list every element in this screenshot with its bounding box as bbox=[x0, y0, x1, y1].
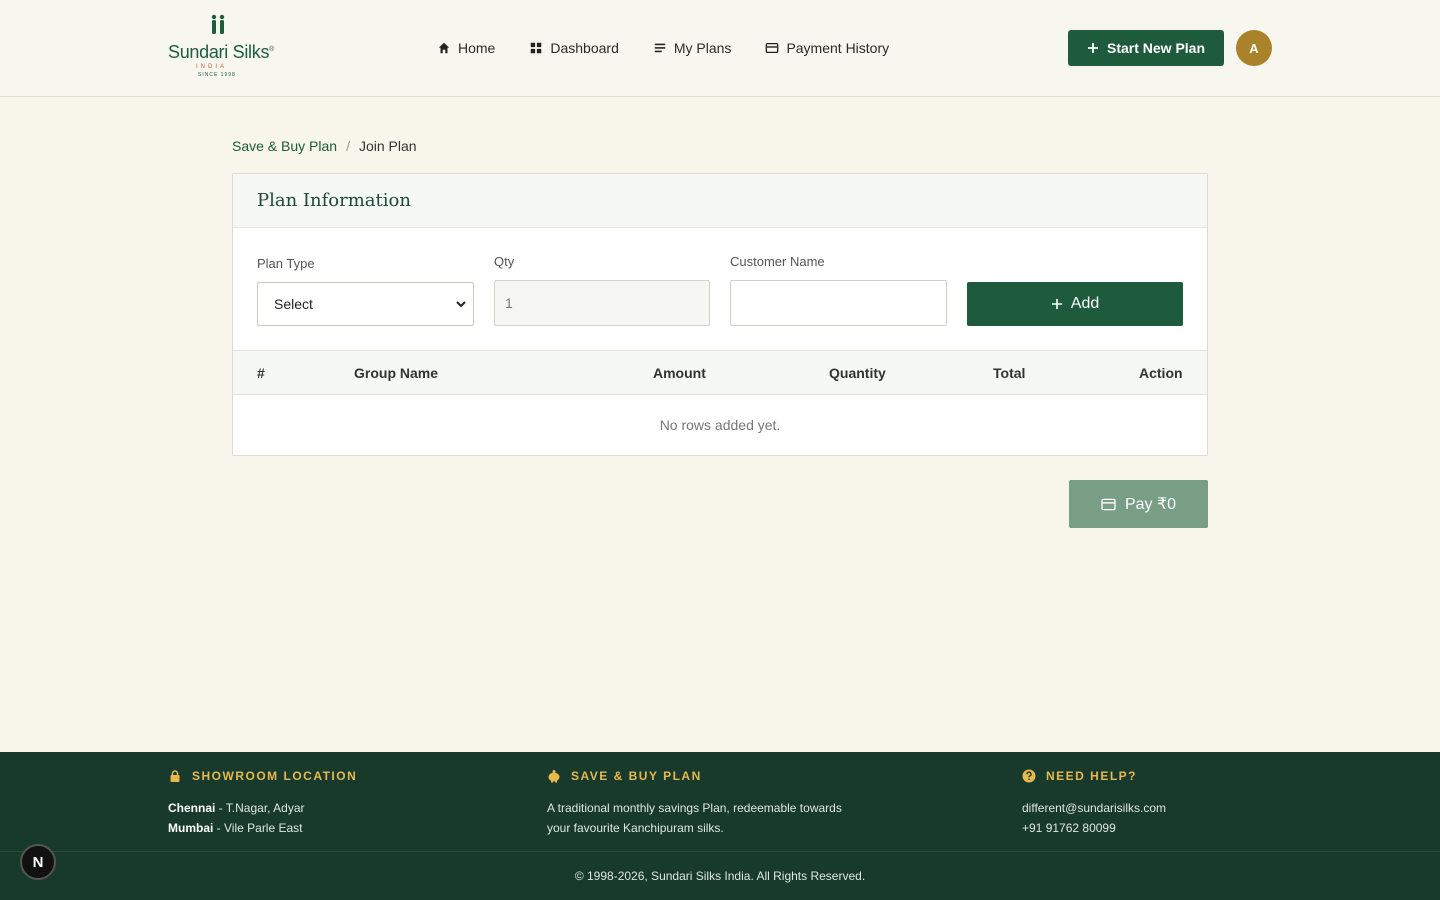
column-header-quantity: Quantity bbox=[829, 365, 886, 381]
column-header-group-name: Group Name bbox=[354, 365, 439, 381]
footer-showroom-heading: SHOWROOM LOCATION bbox=[192, 769, 358, 783]
pay-button-label: Pay ₹0 bbox=[1124, 496, 1177, 513]
footer-divider bbox=[0, 851, 1440, 852]
card-header: Plan Information bbox=[233, 174, 1207, 228]
footer-save-buy-text: your favourite Kanchipuram silks. bbox=[547, 821, 724, 835]
breadcrumb: Save & Buy Plan / Join Plan bbox=[232, 138, 417, 154]
nav-label: Payment History bbox=[786, 40, 890, 56]
help-icon bbox=[1022, 769, 1036, 783]
footer-city: Chennai bbox=[168, 801, 216, 815]
brand-name: Sundari Silks bbox=[168, 42, 270, 62]
add-button[interactable]: Add bbox=[967, 282, 1183, 326]
main-nav: Home Dashboard My Plans Payment History bbox=[437, 38, 889, 58]
footer-city: Mumbai bbox=[168, 821, 214, 835]
nav-label: My Plans bbox=[673, 40, 732, 56]
chevron-down-icon bbox=[456, 301, 466, 308]
card-icon bbox=[1101, 498, 1116, 510]
logo-figures-icon bbox=[211, 14, 225, 34]
footer-email-link[interactable]: different@sundarisilks.com bbox=[1022, 798, 1166, 818]
start-new-plan-button[interactable]: Start New Plan bbox=[1068, 30, 1224, 66]
brand-tagline: INDIA bbox=[196, 64, 228, 70]
footer-help-heading: NEED HELP? bbox=[1046, 769, 1138, 783]
customer-name-input[interactable] bbox=[730, 280, 947, 326]
footer-save-buy: SAVE & BUY PLAN A traditional monthly sa… bbox=[547, 769, 842, 838]
footer-save-buy-text: A traditional monthly savings Plan, rede… bbox=[547, 801, 842, 815]
add-button-label: Add bbox=[1070, 295, 1100, 312]
nav-label: Dashboard bbox=[550, 40, 619, 56]
brand-logo[interactable]: Sundari Silks® INDIA SINCE 1998 bbox=[166, 14, 276, 82]
footer-save-buy-heading: SAVE & BUY PLAN bbox=[571, 769, 702, 783]
plan-type-value: Select bbox=[274, 296, 313, 312]
breadcrumb-current: Join Plan bbox=[358, 138, 417, 154]
list-icon bbox=[654, 43, 666, 53]
footer-help: NEED HELP? different@sundarisilks.com +9… bbox=[1022, 769, 1166, 838]
lock-icon bbox=[170, 770, 180, 782]
footer-area: - Vile Parle East bbox=[213, 821, 303, 835]
nav-label: Home bbox=[458, 40, 496, 56]
footer-showroom: SHOWROOM LOCATION Chennai - T.Nagar, Ady… bbox=[168, 769, 357, 838]
column-header-action: Action bbox=[1139, 365, 1183, 381]
table-header: # Group Name Amount Quantity Total Actio… bbox=[233, 350, 1207, 395]
card-icon bbox=[766, 42, 779, 54]
empty-table-message: No rows added yet. bbox=[659, 417, 781, 433]
column-header-total: Total bbox=[993, 365, 1026, 381]
footer-phone-link[interactable]: +91 91762 80099 bbox=[1022, 818, 1166, 838]
grid-icon bbox=[531, 42, 542, 54]
user-avatar[interactable]: A bbox=[1236, 30, 1272, 66]
nav-item-home[interactable]: Home bbox=[437, 38, 495, 58]
breadcrumb-parent[interactable]: Save & Buy Plan bbox=[232, 138, 337, 154]
start-new-plan-label: Start New Plan bbox=[1106, 40, 1206, 56]
breadcrumb-separator: / bbox=[346, 138, 350, 154]
nav-item-my-plans[interactable]: My Plans bbox=[653, 38, 732, 58]
footer-copyright: © 1998-2026, Sundari Silks India. All Ri… bbox=[574, 869, 866, 883]
pay-button[interactable]: Pay ₹0 bbox=[1069, 480, 1208, 528]
footer-area: - T.Nagar, Adyar bbox=[215, 801, 305, 815]
footer-showroom-line: Mumbai - Vile Parle East bbox=[168, 818, 357, 838]
nav-item-payment-history[interactable]: Payment History bbox=[765, 38, 889, 58]
piggy-bank-icon bbox=[548, 770, 560, 783]
plan-type-select[interactable]: Select bbox=[257, 282, 474, 326]
qty-label: Qty bbox=[494, 254, 515, 269]
column-header-number: # bbox=[257, 365, 265, 381]
top-header: Sundari Silks® INDIA SINCE 1998 Home Das… bbox=[0, 0, 1440, 97]
plus-icon bbox=[1051, 299, 1062, 309]
qty-input[interactable] bbox=[494, 280, 710, 326]
site-footer: SHOWROOM LOCATION Chennai - T.Nagar, Ady… bbox=[0, 752, 1440, 900]
plan-information-card: Plan Information Plan Type Select Qty Cu… bbox=[232, 173, 1208, 456]
footer-showroom-line: Chennai - T.Nagar, Adyar bbox=[168, 798, 357, 818]
dev-tools-badge[interactable]: N bbox=[20, 844, 56, 880]
plan-type-label: Plan Type bbox=[257, 256, 315, 271]
column-header-amount: Amount bbox=[653, 365, 706, 381]
plan-form: Plan Type Select Qty Customer Name Add bbox=[233, 228, 1209, 350]
plus-icon bbox=[1087, 43, 1098, 53]
brand-since: SINCE 1998 bbox=[198, 72, 236, 78]
card-title: Plan Information bbox=[257, 190, 411, 211]
nav-item-dashboard[interactable]: Dashboard bbox=[529, 38, 619, 58]
brand-registered: ® bbox=[269, 46, 275, 53]
home-icon bbox=[438, 42, 450, 54]
customer-name-label: Customer Name bbox=[730, 254, 825, 269]
